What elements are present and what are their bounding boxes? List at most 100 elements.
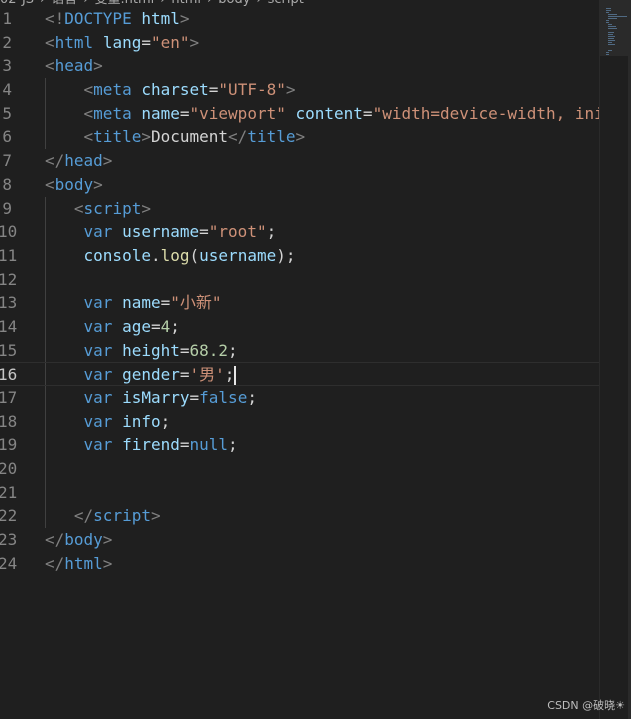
code-token: var xyxy=(83,365,113,385)
code-token: = xyxy=(179,103,190,123)
code-line[interactable]: 19 var firend=null; xyxy=(0,433,600,458)
code-line[interactable]: 4 <meta charset="UTF-8"> xyxy=(0,78,600,102)
code-line[interactable]: 24 </html> xyxy=(0,552,600,576)
code-line[interactable]: 23 </body> xyxy=(0,528,600,552)
code-token: info xyxy=(122,411,161,431)
code-token: "root" xyxy=(208,222,267,242)
minimap-line xyxy=(608,32,614,33)
breadcrumb[interactable]: 02-JS › 语言 › 变量.html › html › body › script xyxy=(0,0,600,6)
code-line[interactable]: 18 var info; xyxy=(0,409,600,434)
code-token: null xyxy=(189,435,229,455)
code-token: html xyxy=(54,32,94,52)
code-token: ; xyxy=(170,316,180,336)
code-line[interactable]: 3 <head> xyxy=(0,54,600,78)
code-token: = xyxy=(189,388,200,407)
code-token: content xyxy=(295,103,363,123)
line-number: 7 xyxy=(2,151,12,171)
code-line[interactable]: 5 <meta name="viewport" content="width=d… xyxy=(0,101,600,126)
line-number: 11 xyxy=(0,245,18,265)
code-token: false xyxy=(199,388,248,407)
line-number: 10 xyxy=(0,222,18,242)
code-line[interactable]: 13 var name="小新" xyxy=(0,291,600,315)
code-line[interactable]: 16 var gender='男'; xyxy=(0,362,600,386)
minimap[interactable] xyxy=(599,0,631,719)
code-content: <meta charset="UTF-8"> xyxy=(45,78,296,102)
code-line[interactable]: 21 xyxy=(0,480,600,505)
code-token: > xyxy=(150,506,161,526)
code-content: <html lang="en"> xyxy=(45,31,199,55)
minimap-line xyxy=(608,26,616,27)
line-number: 12 xyxy=(0,269,18,289)
line-number: 2 xyxy=(2,32,12,52)
code-token: name xyxy=(122,293,161,313)
code-line[interactable]: 7 </head> xyxy=(0,149,600,173)
code-line[interactable]: 2 <html lang="en"> xyxy=(0,31,600,55)
code-line[interactable]: 10 var username="root"; xyxy=(0,220,600,244)
minimap-line xyxy=(608,36,615,37)
breadcrumb-item[interactable]: 变量.html xyxy=(94,0,154,6)
code-token: var xyxy=(83,411,113,431)
code-line[interactable]: 1 <!DOCTYPE html> xyxy=(0,7,600,31)
breadcrumb-item[interactable]: 语言 xyxy=(51,0,77,6)
code-line[interactable]: 9 <script> xyxy=(0,196,600,221)
minimap-line xyxy=(606,8,611,9)
breadcrumb-item[interactable]: html xyxy=(171,0,201,6)
code-line[interactable]: 6 <title>Document</title> xyxy=(0,125,600,150)
code-content: var username="root"; xyxy=(45,220,277,244)
minimap-line xyxy=(606,12,609,13)
code-token: charset xyxy=(141,80,209,100)
code-line[interactable]: 12 xyxy=(0,267,600,292)
code-token: ( xyxy=(189,245,200,265)
code-line[interactable]: 8 <body> xyxy=(0,173,600,197)
code-token: > xyxy=(189,32,200,52)
breadcrumb-item[interactable]: body xyxy=(218,0,250,6)
chevron-right-icon: › xyxy=(83,0,88,6)
line-number: 3 xyxy=(2,56,12,76)
code-line[interactable]: 15 var height=68.2; xyxy=(0,338,600,363)
code-token: < xyxy=(45,32,55,52)
code-token: = xyxy=(150,316,161,336)
minimap-line xyxy=(606,54,609,55)
code-token: body xyxy=(54,174,94,194)
indent-guide xyxy=(45,480,46,505)
minimap-line xyxy=(606,52,609,53)
code-line[interactable]: 17 var isMarry=false; xyxy=(0,386,600,410)
code-token: < xyxy=(83,80,94,100)
code-line[interactable]: 20 xyxy=(0,457,600,481)
code-token: var xyxy=(83,316,113,336)
code-token: html xyxy=(64,553,103,573)
code-line[interactable]: 11 console.log(username); xyxy=(0,243,600,268)
code-token: </ xyxy=(73,506,94,526)
code-token: var xyxy=(83,388,113,407)
code-token: "小新" xyxy=(170,293,222,313)
code-token: ); xyxy=(276,245,296,265)
code-token: var xyxy=(83,340,113,360)
chevron-right-icon: › xyxy=(207,0,212,6)
code-line[interactable]: 14 var age=4; xyxy=(0,314,600,339)
code-content: <body> xyxy=(45,173,103,197)
chevron-right-icon: › xyxy=(40,0,45,6)
code-token: html xyxy=(141,9,180,28)
minimap-line xyxy=(608,50,612,51)
code-token: < xyxy=(45,56,55,76)
code-editor[interactable]: 1 <!DOCTYPE html> 2 <html lang="en"> 3 <head>… xyxy=(0,7,600,719)
line-number: 15 xyxy=(0,340,18,360)
breadcrumb-item[interactable]: script xyxy=(268,0,304,6)
code-line[interactable]: 22 </script> xyxy=(0,504,600,529)
line-number: 21 xyxy=(0,482,18,502)
code-token: </ xyxy=(45,151,65,171)
code-token: name xyxy=(141,103,180,123)
code-token: ; xyxy=(266,222,277,242)
breadcrumb-item[interactable]: 02-JS xyxy=(0,0,34,6)
minimap-line xyxy=(606,22,609,23)
